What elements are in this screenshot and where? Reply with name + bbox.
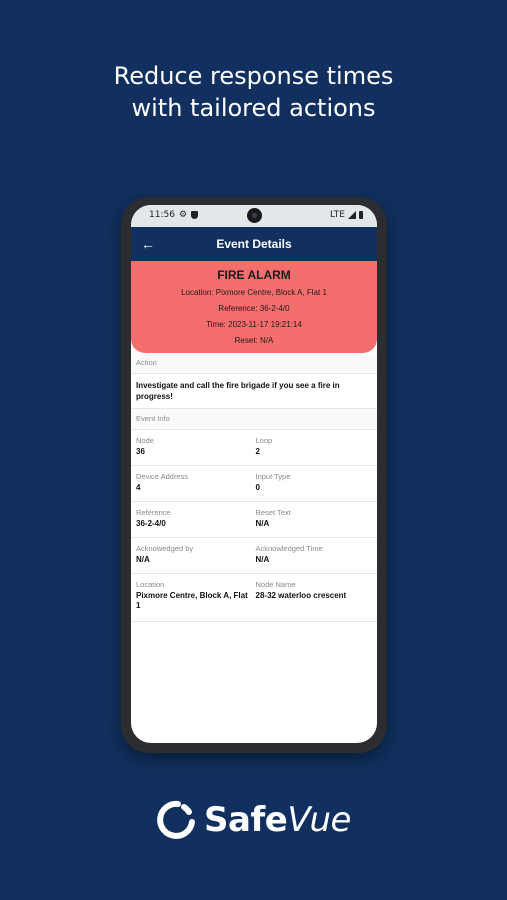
app-bar: ← Event Details	[131, 227, 377, 261]
alarm-card: FIRE ALARM Location: Pixmore Centre, Blo…	[131, 261, 377, 353]
info-cell: Input Type 0	[253, 472, 373, 496]
info-value: 36-2-4/0	[136, 519, 166, 528]
phone-frame: 11:56 ⚙ LTE ← Event Details FIRE ALARM L…	[121, 197, 387, 753]
info-row-device: Device Address 4 Input Type 0	[131, 466, 377, 502]
info-value: N/A	[255, 519, 270, 528]
info-row-reference: Reference 36-2-4/0 Reset Text N/A	[131, 502, 377, 538]
info-row-node: Node 36 Loop 2	[131, 430, 377, 466]
battery-icon	[359, 211, 363, 219]
info-cell: Reset Text N/A	[253, 508, 373, 532]
info-cell: Node 36	[136, 436, 253, 460]
info-value: 28-32 waterloo crescent	[255, 591, 347, 600]
info-value: N/A	[255, 555, 270, 564]
info-label: Acknowedged by	[136, 544, 194, 553]
info-value: Pixmore Centre, Block A, Flat 1	[136, 591, 248, 610]
gear-icon: ⚙	[178, 210, 188, 220]
action-section-header: Action	[131, 353, 377, 374]
alarm-reference: Reference: 36-2-4/0	[218, 304, 290, 313]
safevue-wordmark: SafeVue	[204, 800, 351, 840]
info-cell: Reference 36-2-4/0	[136, 508, 253, 532]
front-camera	[247, 208, 262, 223]
info-label: Input Type	[255, 472, 291, 481]
info-label: Node Name	[255, 580, 296, 589]
info-label: Reference	[136, 508, 171, 517]
phone-screen: 11:56 ⚙ LTE ← Event Details FIRE ALARM L…	[131, 205, 377, 743]
info-cell: Location Pixmore Centre, Block A, Flat 1	[136, 580, 253, 616]
info-value: N/A	[136, 555, 150, 564]
info-cell: Acknowledged Time N/A	[253, 544, 373, 568]
alarm-time: Time: 2023-11-17 19:21:14	[206, 320, 302, 329]
headline-line-2: with tailored actions	[131, 94, 376, 122]
info-label: Node	[136, 436, 154, 445]
alarm-location: Location: Pixmore Centre, Block A, Flat …	[181, 288, 327, 297]
safevue-logo: SafeVue	[0, 800, 507, 840]
info-value: 36	[136, 447, 145, 456]
info-label: Acknowledged Time	[255, 544, 323, 553]
marketing-headline: Reduce response times with tailored acti…	[0, 60, 507, 124]
event-info-section-header: Event Info	[131, 409, 377, 430]
info-value: 4	[136, 483, 141, 492]
safevue-logo-icon	[157, 800, 196, 839]
wordmark-safe: Safe	[204, 800, 288, 840]
info-cell: Loop 2	[253, 436, 373, 460]
info-value: 0	[255, 483, 260, 492]
alarm-reset: Reset: N/A	[234, 336, 274, 345]
info-label: Reset Text	[255, 508, 291, 517]
info-label: Loop	[255, 436, 273, 445]
info-cell: Acknowedged by N/A	[136, 544, 253, 568]
status-time: 11:56	[149, 210, 175, 220]
info-label: Device Address	[136, 472, 189, 481]
info-row-location: Location Pixmore Centre, Block A, Flat 1…	[131, 574, 377, 622]
info-row-acknowledged: Acknowedged by N/A Acknowledged Time N/A	[131, 538, 377, 574]
info-label: Location	[136, 580, 165, 589]
page-title: Event Details	[216, 237, 292, 251]
alarm-title: FIRE ALARM	[217, 268, 291, 282]
wordmark-vue: Vue	[287, 800, 351, 840]
shield-icon	[191, 211, 199, 219]
info-value: 2	[255, 447, 260, 456]
info-cell: Node Name 28-32 waterloo crescent	[253, 580, 373, 616]
status-bar: 11:56 ⚙ LTE	[131, 205, 377, 227]
status-network: LTE	[330, 210, 345, 220]
action-text: Investigate and call the fire brigade if…	[131, 374, 377, 409]
signal-icon	[348, 211, 356, 219]
info-cell: Device Address 4	[136, 472, 253, 496]
headline-line-1: Reduce response times	[113, 62, 394, 90]
